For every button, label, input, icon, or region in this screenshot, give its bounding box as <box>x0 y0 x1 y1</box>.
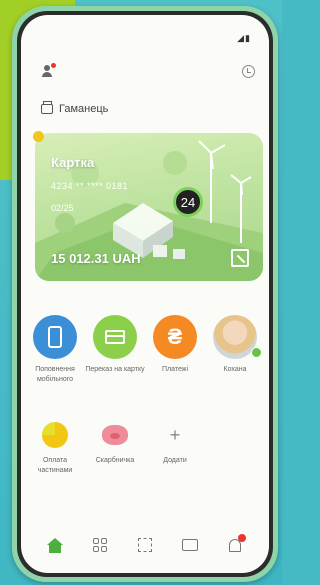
wallet-icon <box>41 101 53 114</box>
card-number: 4234 ** **** 0181 <box>51 181 129 191</box>
action-label: Додати <box>163 457 187 464</box>
action-label: Коханa <box>223 366 247 373</box>
bell-badge <box>237 534 246 542</box>
action-label: Переказ на картку <box>85 366 145 373</box>
profile-icon[interactable] <box>41 63 56 79</box>
grid-icon[interactable] <box>89 534 111 556</box>
action-payments[interactable]: ₴ Платежі <box>145 315 205 375</box>
bell-icon[interactable] <box>224 534 246 556</box>
hryvnia-icon: ₴ <box>153 315 197 359</box>
action-label: Поповнення мобільного <box>35 366 75 383</box>
app-screen: ◢▮ Гаманець Картка 4234 ** **** 0181 02/… <box>21 15 269 573</box>
action-card-transfer[interactable]: Переказ на картку <box>85 315 145 375</box>
phone-frame: ◢▮ Гаманець Картка 4234 ** **** 0181 02/… <box>12 6 278 582</box>
wallet-label: Гаманець <box>59 103 109 115</box>
action-piggy-bank[interactable]: Скарбничка <box>85 420 145 466</box>
phone-bezel: ◢▮ Гаманець Картка 4234 ** **** 0181 02/… <box>17 11 273 577</box>
card-title: Картка <box>51 155 95 170</box>
pie-icon <box>40 420 70 450</box>
bank-card[interactable]: Картка 4234 ** **** 0181 02/25 15 012.31… <box>35 133 263 281</box>
action-label: Оплата частинами <box>37 457 73 474</box>
status-bar-icons: ◢▮ <box>237 33 251 43</box>
action-contact[interactable]: Коханa <box>205 315 265 375</box>
avatar-badge <box>251 347 262 358</box>
plus-icon: + <box>169 424 181 445</box>
bottom-nav <box>21 517 269 573</box>
action-mobile-topup[interactable]: Поповнення мобільного <box>25 315 85 385</box>
scan-icon[interactable] <box>134 534 156 556</box>
phone-icon <box>33 315 77 359</box>
clock-icon[interactable] <box>242 65 255 78</box>
home-icon[interactable] <box>44 534 66 556</box>
inbox-icon[interactable] <box>179 534 201 556</box>
bank-logo-icon <box>231 249 249 267</box>
avatar <box>213 315 262 359</box>
card-icon <box>93 315 137 359</box>
card-marker-dot <box>33 131 44 142</box>
day-badge[interactable]: 24 <box>173 187 203 217</box>
action-add[interactable]: + Додати <box>145 420 205 466</box>
card-expiry: 02/25 <box>51 203 74 213</box>
piggy-bank-icon <box>100 420 130 450</box>
notification-dot <box>51 63 56 68</box>
action-label: Платежі <box>161 366 189 373</box>
card-balance: 15 012.31 UAH <box>51 251 141 266</box>
wallet-header[interactable]: Гаманець <box>41 101 109 115</box>
action-label: Скарбничка <box>95 457 135 464</box>
action-installments[interactable]: Оплата частинами <box>25 420 85 476</box>
